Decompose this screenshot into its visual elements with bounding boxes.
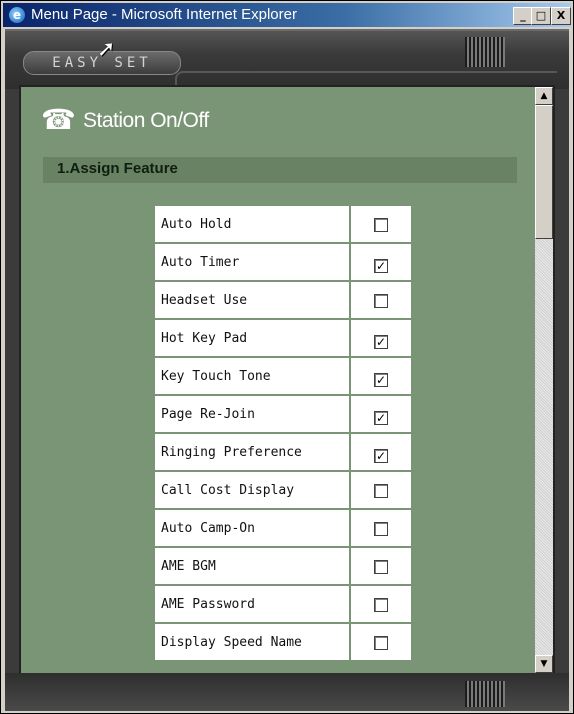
feature-row: Headset Use <box>154 281 412 319</box>
ie-icon[interactable]: e <box>9 7 25 23</box>
close-button[interactable]: X <box>551 7 571 25</box>
feature-row: AME BGM <box>154 547 412 585</box>
feature-checkbox-cell: ✓ <box>350 433 412 471</box>
feature-label: Auto Timer <box>154 243 350 281</box>
scroll-thumb[interactable] <box>535 105 553 239</box>
section-title: 1.Assign Feature <box>57 160 178 177</box>
feature-label: AME BGM <box>154 547 350 585</box>
feature-label: Auto Hold <box>154 205 350 243</box>
feature-checkbox-cell <box>350 281 412 319</box>
vent-grille-top <box>465 37 505 67</box>
feature-row: Ringing Preference ✓ <box>154 433 412 471</box>
feature-checkbox-cell <box>350 585 412 623</box>
feature-label: AME Password <box>154 585 350 623</box>
content-viewport: ☎ Station On/Off 1.Assign Feature Auto H… <box>19 85 555 675</box>
feature-row: Key Touch Tone ✓ <box>154 357 412 395</box>
feature-label: Auto Camp-On <box>154 509 350 547</box>
browser-window: e Menu Page - Microsoft Internet Explore… <box>0 0 574 714</box>
feature-checkbox-cell: ✓ <box>350 357 412 395</box>
feature-label: Page Re-Join <box>154 395 350 433</box>
feature-checkbox-cell <box>350 509 412 547</box>
feature-label: Key Touch Tone <box>154 357 350 395</box>
feature-checkbox-cell: ✓ <box>350 319 412 357</box>
telephone-icon: ☎ <box>41 103 76 136</box>
feature-checkbox[interactable] <box>374 635 388 650</box>
feature-label: Headset Use <box>154 281 350 319</box>
feature-checkbox[interactable] <box>374 217 388 232</box>
feature-label: Hot Key Pad <box>154 319 350 357</box>
feature-checkbox-cell <box>350 623 412 661</box>
feature-row: Auto Camp-On <box>154 509 412 547</box>
feature-checkbox[interactable] <box>374 597 388 612</box>
feature-checkbox[interactable]: ✓ <box>374 372 388 387</box>
feature-checkbox[interactable]: ✓ <box>374 258 388 273</box>
section-header: 1.Assign Feature <box>43 157 517 183</box>
feature-row: Page Re-Join ✓ <box>154 395 412 433</box>
feature-checkbox[interactable] <box>374 293 388 308</box>
feature-checkbox[interactable]: ✓ <box>374 410 388 425</box>
scroll-up-button[interactable]: ▲ <box>535 87 553 105</box>
feature-checkbox[interactable]: ✓ <box>374 448 388 463</box>
feature-checkbox[interactable] <box>374 559 388 574</box>
feature-label: Ringing Preference <box>154 433 350 471</box>
feature-checkbox[interactable]: ✓ <box>374 334 388 349</box>
page-content: ☎ Station On/Off 1.Assign Feature Auto H… <box>21 87 535 673</box>
feature-row: Hot Key Pad ✓ <box>154 319 412 357</box>
feature-checkbox[interactable] <box>374 483 388 498</box>
feature-checkbox-cell <box>350 547 412 585</box>
feature-checkbox-cell <box>350 205 412 243</box>
feature-row: Call Cost Display <box>154 471 412 509</box>
maximize-button[interactable]: □ <box>531 7 551 25</box>
title-bar[interactable]: e Menu Page - Microsoft Internet Explore… <box>3 3 571 27</box>
page-title: Station On/Off <box>83 109 209 132</box>
feature-row: Auto Timer ✓ <box>154 243 412 281</box>
top-bezel: EASY SET <box>5 31 569 89</box>
app-frame: EASY SET ☎ Station On/Off 1.Assign Featu… <box>5 29 569 711</box>
vertical-scrollbar[interactable]: ▲ ▼ <box>535 87 553 673</box>
feature-checkbox[interactable] <box>374 521 388 536</box>
feature-checkbox-cell: ✓ <box>350 395 412 433</box>
mouse-pointer-icon: ➚ <box>97 37 116 62</box>
feature-label: Display Speed Name <box>154 623 350 661</box>
window-title: Menu Page - Microsoft Internet Explorer <box>31 6 297 23</box>
feature-table: Auto Hold Auto Timer ✓ Headset Use Hot Key P… <box>154 205 412 661</box>
feature-checkbox-cell: ✓ <box>350 243 412 281</box>
feature-label: Call Cost Display <box>154 471 350 509</box>
scroll-down-button[interactable]: ▼ <box>535 655 553 673</box>
minimize-button[interactable]: _ <box>513 7 533 25</box>
feature-row: AME Password <box>154 585 412 623</box>
feature-row: Display Speed Name <box>154 623 412 661</box>
vent-grille-bottom <box>465 681 505 707</box>
feature-checkbox-cell <box>350 471 412 509</box>
feature-row: Auto Hold <box>154 205 412 243</box>
